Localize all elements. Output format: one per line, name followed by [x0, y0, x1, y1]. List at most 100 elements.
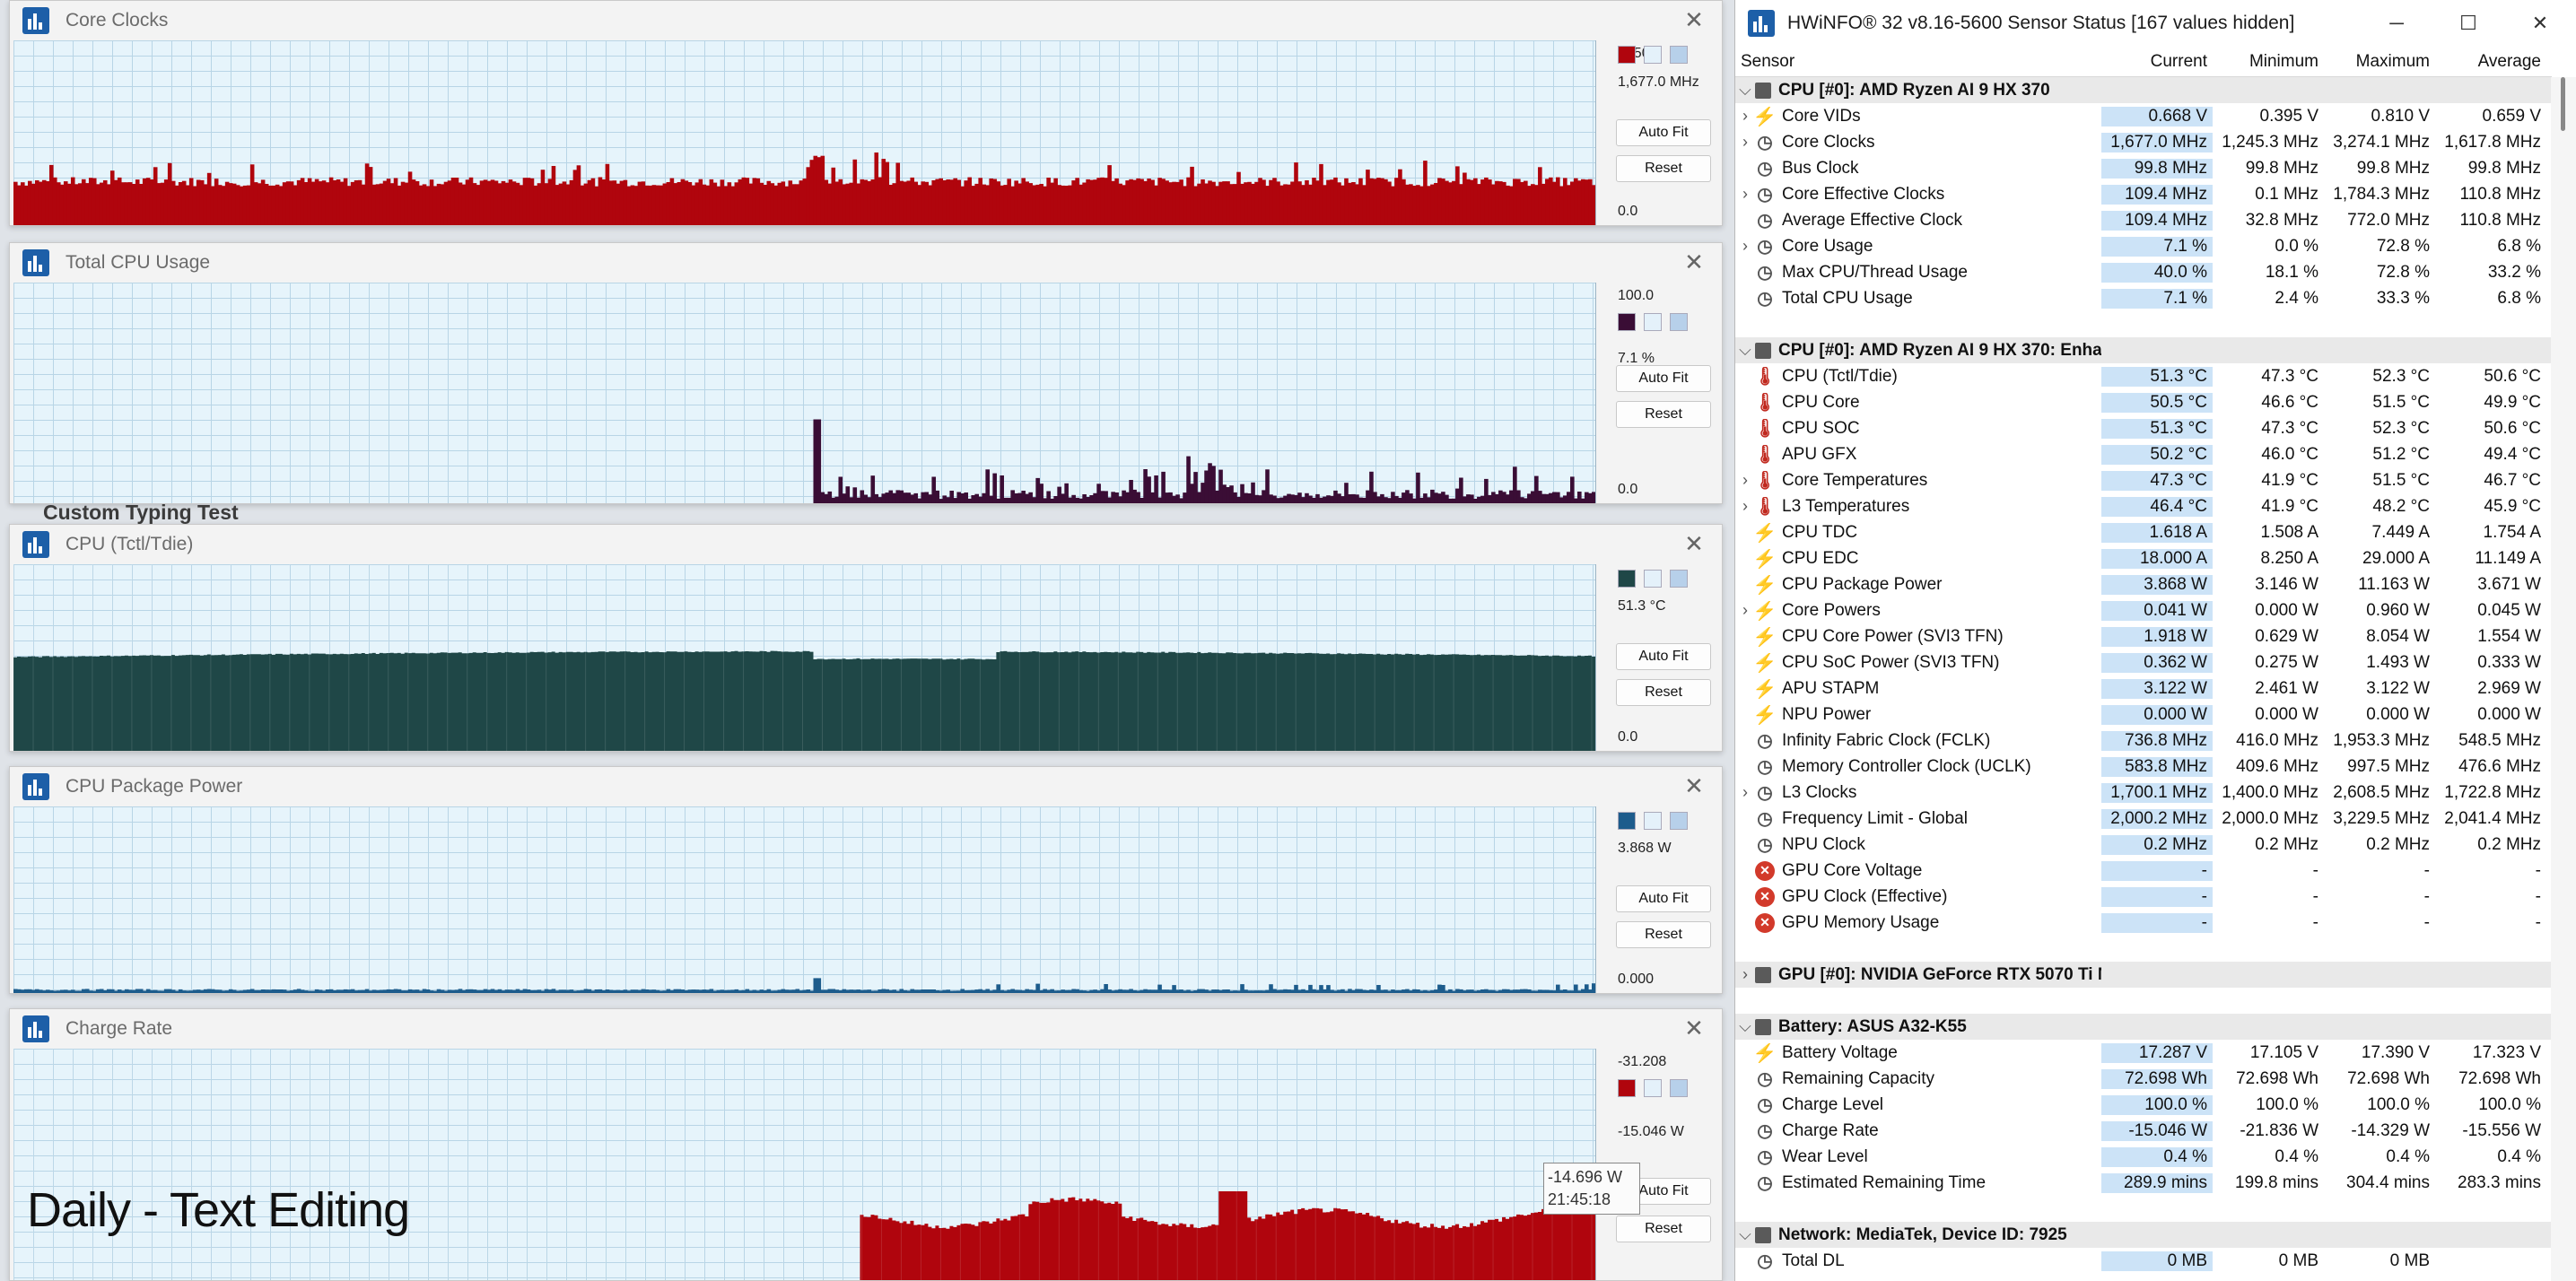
auto-fit-button[interactable]: Auto Fit: [1616, 885, 1711, 912]
sensor-row-core-vids[interactable]: › ⚡ Core VIDs 0.668 V 0.395 V 0.810 V 0.…: [1735, 103, 2552, 129]
expand-icon[interactable]: ⌵: [1735, 1017, 1755, 1036]
graph-bg-swatch[interactable]: [1670, 570, 1688, 588]
column-header-current[interactable]: Current: [2101, 47, 2213, 76]
graph-fill-swatch[interactable]: [1644, 812, 1662, 830]
graph-color-swatch[interactable]: [1618, 1079, 1636, 1097]
sensor-row-core-powers[interactable]: › ⚡ Core Powers 0.041 W 0.000 W 0.960 W …: [1735, 597, 2552, 623]
expand-icon[interactable]: ⌵: [1735, 341, 1755, 360]
sensor-row-gpu-clock-effective[interactable]: ✕ GPU Clock (Effective) - - - -: [1735, 884, 2552, 910]
column-header-average[interactable]: Average: [2435, 47, 2546, 76]
close-icon[interactable]: ✕: [1681, 772, 1707, 799]
sensor-row-max-cpu-thread-usage[interactable]: ◷ Max CPU/Thread Usage 40.0 % 18.1 % 72.…: [1735, 259, 2552, 285]
sensor-row-wear-level[interactable]: ◷ Wear Level 0.4 % 0.4 % 0.4 % 0.4 %: [1735, 1144, 2552, 1170]
graph-color-swatch[interactable]: [1618, 46, 1636, 64]
sensor-row-remaining-capacity[interactable]: ◷ Remaining Capacity 72.698 Wh 72.698 Wh…: [1735, 1066, 2552, 1092]
sensor-row-memory-controller-clock-uclk[interactable]: ◷ Memory Controller Clock (UCLK) 583.8 M…: [1735, 754, 2552, 780]
close-button[interactable]: ✕: [2504, 0, 2576, 47]
sensor-row-cpu-tctl-tdie[interactable]: 🌡 CPU (Tctl/Tdie) 51.3 °C 47.3 °C 52.3 °…: [1735, 363, 2552, 389]
series-bar: [971, 495, 975, 503]
close-icon[interactable]: ✕: [1681, 530, 1707, 557]
reset-button[interactable]: Reset: [1616, 401, 1711, 428]
sensor-row-cpu-edc[interactable]: ⚡ CPU EDC 18.000 A 8.250 A 29.000 A 11.1…: [1735, 545, 2552, 571]
sensor-row-cpu-core[interactable]: 🌡 CPU Core 50.5 °C 46.6 °C 51.5 °C 49.9 …: [1735, 389, 2552, 415]
sensor-row-average-effective-clock[interactable]: ◷ Average Effective Clock 109.4 MHz 32.8…: [1735, 207, 2552, 233]
graph-fill-swatch[interactable]: [1644, 570, 1662, 588]
sensor-row-npu-clock[interactable]: ◷ NPU Clock 0.2 MHz 0.2 MHz 0.2 MHz 0.2 …: [1735, 832, 2552, 858]
sensor-row-charge-rate[interactable]: ◷ Charge Rate -15.046 W -21.836 W -14.32…: [1735, 1118, 2552, 1144]
auto-fit-button[interactable]: Auto Fit: [1616, 119, 1711, 146]
sensor-row-cpu-tdc[interactable]: ⚡ CPU TDC 1.618 A 1.508 A 7.449 A 1.754 …: [1735, 519, 2552, 545]
sensor-row-cpu-package-power[interactable]: ⚡ CPU Package Power 3.868 W 3.146 W 11.1…: [1735, 571, 2552, 597]
expand-icon[interactable]: ›: [1735, 471, 1755, 490]
sensor-row-npu-power[interactable]: ⚡ NPU Power 0.000 W 0.000 W 0.000 W 0.00…: [1735, 702, 2552, 728]
expand-icon[interactable]: ›: [1735, 237, 1755, 256]
series-bar: [1552, 990, 1557, 993]
series-bar: [59, 989, 65, 993]
expand-icon[interactable]: ›: [1735, 497, 1755, 516]
graph-color-swatch[interactable]: [1618, 812, 1636, 830]
auto-fit-button[interactable]: Auto Fit: [1616, 643, 1711, 670]
sensor-row-core-effective-clocks[interactable]: › ◷ Core Effective Clocks 109.4 MHz 0.1 …: [1735, 181, 2552, 207]
graph-bg-swatch[interactable]: [1670, 313, 1688, 331]
sensor-row-cpu-soc-power-svi3-tfn[interactable]: ⚡ CPU SoC Power (SVI3 TFN) 0.362 W 0.275…: [1735, 649, 2552, 675]
expand-icon[interactable]: ›: [1735, 965, 1755, 984]
sensor-row-estimated-remaining-time[interactable]: ◷ Estimated Remaining Time 289.9 mins 19…: [1735, 1170, 2552, 1196]
minimize-button[interactable]: ─: [2361, 0, 2432, 47]
sensor-row-frequency-limit-global[interactable]: ◷ Frequency Limit - Global 2,000.2 MHz 2…: [1735, 806, 2552, 832]
sensor-group-cpu-0-amd-ryzen-ai-9-hx-370[interactable]: ⌵ CPU [#0]: AMD Ryzen AI 9 HX 370: [1735, 77, 2552, 103]
reset-button[interactable]: Reset: [1616, 155, 1711, 182]
column-header-maximum[interactable]: Maximum: [2324, 47, 2435, 76]
sensor-scrollbar[interactable]: [2551, 77, 2576, 1281]
sensor-row-l3-temperatures[interactable]: › 🌡 L3 Temperatures 46.4 °C 41.9 °C 48.2…: [1735, 493, 2552, 519]
reset-button[interactable]: Reset: [1616, 1216, 1711, 1242]
series-bar: [1466, 179, 1471, 225]
expand-icon[interactable]: ›: [1735, 133, 1755, 152]
column-header-sensor[interactable]: Sensor: [1735, 47, 2101, 76]
graph-bg-swatch[interactable]: [1670, 1079, 1688, 1097]
expand-icon[interactable]: ›: [1735, 185, 1755, 204]
sensor-row-apu-stapm[interactable]: ⚡ APU STAPM 3.122 W 2.461 W 3.122 W 2.96…: [1735, 675, 2552, 702]
sensor-row-core-clocks[interactable]: › ◷ Core Clocks 1,677.0 MHz 1,245.3 MHz …: [1735, 129, 2552, 155]
graph-fill-swatch[interactable]: [1644, 1079, 1662, 1097]
sensor-group-cpu-0-amd-ryzen-ai-9-hx-370-enhanced[interactable]: ⌵ CPU [#0]: AMD Ryzen AI 9 HX 370: Enhanc…: [1735, 337, 2552, 363]
sensor-row-total-cpu-usage[interactable]: ◷ Total CPU Usage 7.1 % 2.4 % 33.3 % 6.8…: [1735, 285, 2552, 311]
sensor-row-battery-voltage[interactable]: ⚡ Battery Voltage 17.287 V 17.105 V 17.3…: [1735, 1040, 2552, 1066]
sensor-row-gpu-memory-usage[interactable]: ✕ GPU Memory Usage - - - -: [1735, 910, 2552, 936]
graph-fill-swatch[interactable]: [1644, 313, 1662, 331]
sensor-row-apu-gfx[interactable]: 🌡 APU GFX 50.2 °C 46.0 °C 51.2 °C 49.4 °…: [1735, 441, 2552, 467]
sensor-row-total-dl[interactable]: ◷ Total DL 0 MB 0 MB 0 MB: [1735, 1248, 2552, 1274]
graph-color-swatch[interactable]: [1618, 313, 1636, 331]
series-bar: [1251, 183, 1255, 225]
expand-icon[interactable]: ⌵: [1735, 1225, 1755, 1244]
graph-color-swatch[interactable]: [1618, 570, 1636, 588]
graph-bg-swatch[interactable]: [1670, 812, 1688, 830]
sensor-row-core-temperatures[interactable]: › 🌡 Core Temperatures 47.3 °C 41.9 °C 51…: [1735, 467, 2552, 493]
graph-bg-swatch[interactable]: [1670, 46, 1688, 64]
series-bar: [1340, 989, 1345, 993]
reset-button[interactable]: Reset: [1616, 679, 1711, 706]
expand-icon[interactable]: ›: [1735, 783, 1755, 802]
column-header-minimum[interactable]: Minimum: [2213, 47, 2324, 76]
sensor-row-l3-clocks[interactable]: › ◷ L3 Clocks 1,700.1 MHz 1,400.0 MHz 2,…: [1735, 780, 2552, 806]
sensor-group-network-mediatek-device-id-7925[interactable]: ⌵ Network: MediaTek, Device ID: 7925: [1735, 1222, 2552, 1248]
sensor-row-infinity-fabric-clock-fclk[interactable]: ◷ Infinity Fabric Clock (FCLK) 736.8 MHz…: [1735, 728, 2552, 754]
reset-button[interactable]: Reset: [1616, 921, 1711, 948]
close-icon[interactable]: ✕: [1681, 6, 1707, 33]
auto-fit-button[interactable]: Auto Fit: [1616, 365, 1711, 392]
sensor-row-charge-level[interactable]: ◷ Charge Level 100.0 % 100.0 % 100.0 % 1…: [1735, 1092, 2552, 1118]
close-icon[interactable]: ✕: [1681, 248, 1707, 275]
graph-fill-swatch[interactable]: [1644, 46, 1662, 64]
maximize-button[interactable]: ☐: [2432, 0, 2504, 47]
series-bar: [547, 989, 553, 993]
sensor-row-cpu-soc[interactable]: 🌡 CPU SOC 51.3 °C 47.3 °C 52.3 °C 50.6 °…: [1735, 415, 2552, 441]
sensor-row-cpu-core-power-svi3-tfn[interactable]: ⚡ CPU Core Power (SVI3 TFN) 1.918 W 0.62…: [1735, 623, 2552, 649]
sensor-row-core-usage[interactable]: › ◷ Core Usage 7.1 % 0.0 % 72.8 % 6.8 %: [1735, 233, 2552, 259]
sensor-group-gpu-0-nvidia-geforce-rtx-5070-ti-max-q-mobile[interactable]: › GPU [#0]: NVIDIA GeForce RTX 5070 Ti Ma…: [1735, 962, 2552, 988]
close-icon[interactable]: ✕: [1681, 1015, 1707, 1041]
expand-icon[interactable]: ⌵: [1735, 81, 1755, 100]
voltage-icon: ⚡: [1752, 1042, 1777, 1063]
scrollbar-thumb[interactable]: [2561, 77, 2565, 131]
sensor-row-bus-clock[interactable]: ◷ Bus Clock 99.8 MHz 99.8 MHz 99.8 MHz 9…: [1735, 155, 2552, 181]
sensor-row-gpu-core-voltage[interactable]: ✕ GPU Core Voltage - - - -: [1735, 858, 2552, 884]
sensor-group-battery-asus-a32-k55[interactable]: ⌵ Battery: ASUS A32-K55: [1735, 1014, 2552, 1040]
